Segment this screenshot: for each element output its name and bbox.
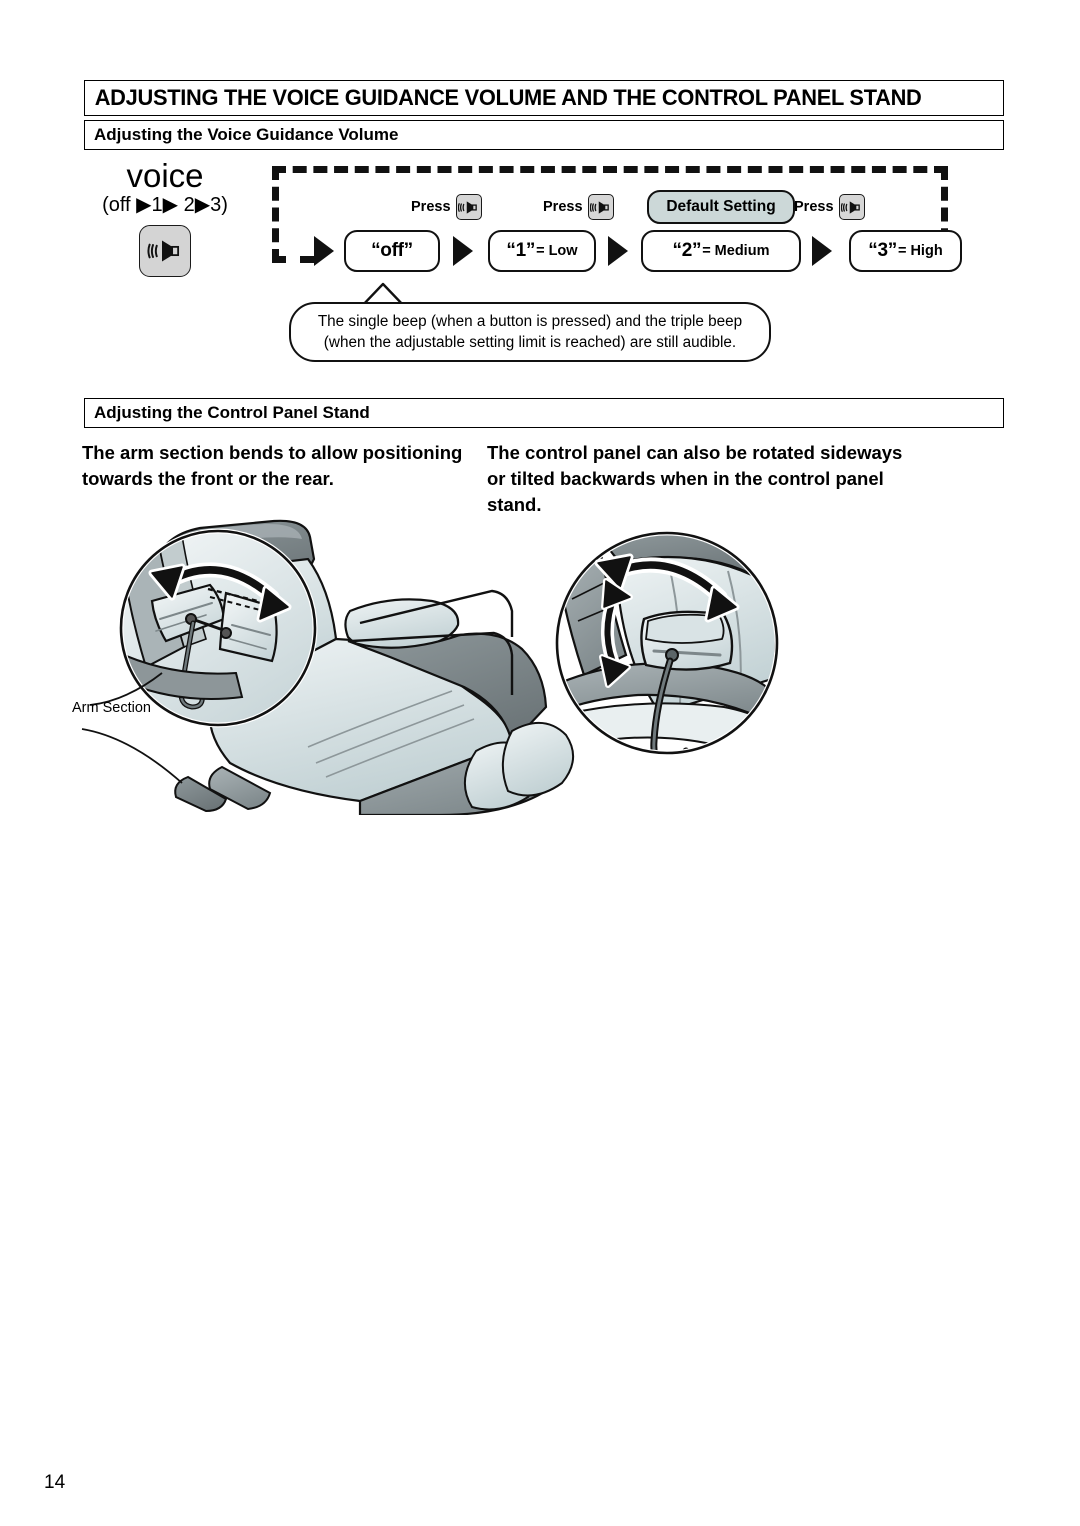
volume-step-flow: Press Press Press “off” “1” = Low Defaul… (300, 188, 962, 280)
beep-note-callout: The single beep (when a button is presse… (289, 302, 771, 362)
description-arm-section: The arm section bends to allow positioni… (82, 442, 463, 489)
press-text-2: Press (543, 199, 583, 215)
page-number: 14 (44, 1472, 66, 1493)
speaker-button-icon-2[interactable] (587, 194, 614, 220)
arm-section-label: Arm Section (72, 700, 151, 716)
speaker-icon (841, 200, 860, 214)
speaker-icon (458, 200, 477, 214)
flow-arrow-entry (314, 236, 334, 266)
press-label-2: Press (543, 194, 614, 220)
step-2-value: “2” (672, 240, 702, 261)
dashed-left-edge (272, 166, 279, 263)
step-3-high: “3” = High (849, 230, 962, 272)
page-title: ADJUSTING THE VOICE GUIDANCE VOLUME AND … (94, 85, 922, 110)
press-label-3: Press (794, 194, 865, 220)
step-3-suffix: = High (897, 243, 943, 259)
step-off: “off” (344, 230, 440, 272)
beep-note-line-2: (when the adjustable setting limit is re… (323, 334, 737, 351)
step-2-suffix: = Medium (702, 243, 770, 259)
section-heading-stand: Adjusting the Control Panel Stand (84, 398, 1004, 428)
speaker-icon (590, 200, 609, 214)
description-control-panel: The control panel can also be rotated si… (487, 442, 903, 515)
speaker-button-icon-1[interactable] (455, 194, 482, 220)
massage-chair-illustration (81, 519, 780, 815)
step-1-suffix: = Low (536, 243, 578, 259)
flow-arrow-1 (453, 236, 473, 266)
default-setting-badge: Default Setting (647, 190, 795, 224)
step-off-value: “off” (371, 240, 413, 261)
section-heading-volume-label: Adjusting the Voice Guidance Volume (94, 125, 399, 144)
step-1-value: “1” (506, 240, 536, 261)
beep-note-line-1: The single beep (when a button is presse… (317, 313, 743, 330)
flow-arrow-3 (812, 236, 832, 266)
default-setting-label: Default Setting (666, 198, 776, 215)
voice-key-legend: voice (off ▶1▶ 2▶3) (70, 158, 260, 277)
press-text-1: Press (411, 199, 451, 215)
press-text-3: Press (794, 199, 834, 215)
step-3-value: “3” (868, 240, 897, 261)
step-1-low: “1” = Low (488, 230, 596, 272)
step-2-medium: “2” = Medium (641, 230, 801, 272)
speaker-icon (147, 240, 180, 262)
page-title-bar: ADJUSTING THE VOICE GUIDANCE VOLUME AND … (84, 80, 1004, 116)
voice-sequence-label: (off ▶1▶ 2▶3) (102, 194, 228, 216)
dashed-top-edge (272, 166, 948, 173)
voice-button[interactable] (139, 225, 191, 277)
voice-word-label: voice (126, 157, 204, 194)
speaker-button-icon-3[interactable] (838, 194, 865, 220)
flow-arrow-2 (608, 236, 628, 266)
section-heading-volume: Adjusting the Voice Guidance Volume (84, 120, 1004, 150)
press-label-1: Press (411, 194, 482, 220)
section-heading-stand-label: Adjusting the Control Panel Stand (94, 403, 370, 422)
